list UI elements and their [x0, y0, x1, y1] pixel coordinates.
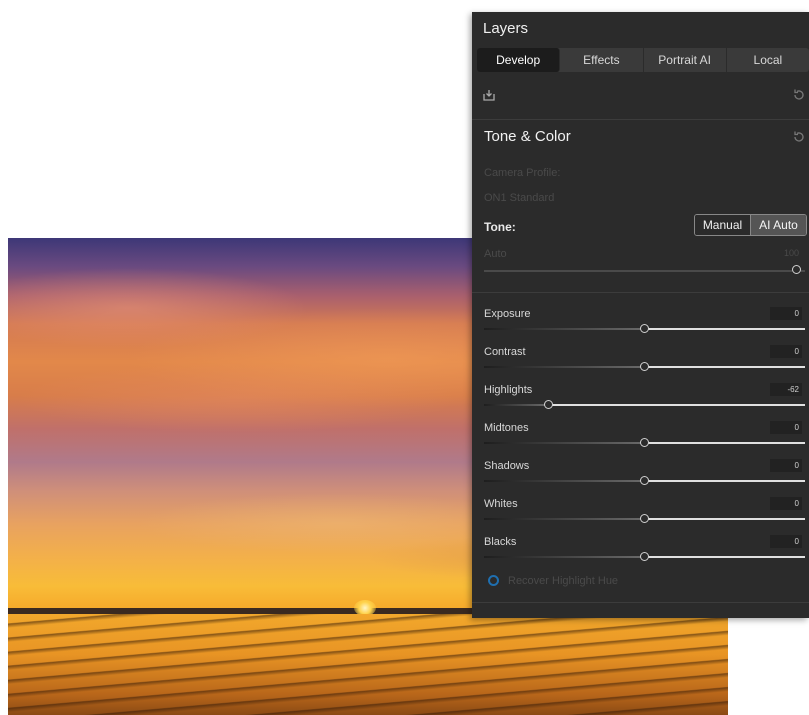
slider-label-highlights: Highlights — [484, 384, 533, 396]
tab-local[interactable]: Local — [727, 48, 809, 72]
slider-track-highlights[interactable] — [484, 404, 805, 406]
divider — [472, 602, 809, 603]
tab-effects[interactable]: Effects — [560, 48, 644, 72]
slider-thumb-shadows[interactable] — [640, 476, 649, 485]
slider-value-contrast[interactable]: 0 — [770, 345, 802, 358]
slider-value-midtones[interactable]: 0 — [770, 421, 802, 434]
tab-develop[interactable]: Develop — [477, 48, 561, 72]
section-title-tone-color: Tone & Color — [484, 128, 571, 145]
tone-mode-manual[interactable]: Manual — [695, 215, 751, 235]
slider-value-blacks[interactable]: 0 — [770, 535, 802, 548]
panel-tabs: Develop Effects Portrait AI Local — [477, 48, 809, 72]
auto-slider-thumb[interactable] — [792, 265, 801, 274]
recover-highlight-hue-label: Recover Highlight Hue — [508, 575, 619, 587]
auto-label: Auto — [484, 248, 507, 260]
slider-thumb-midtones[interactable] — [640, 438, 649, 447]
slider-thumb-contrast[interactable] — [640, 362, 649, 371]
water-reflection — [8, 614, 728, 715]
divider — [472, 119, 809, 120]
slider-thumb-exposure[interactable] — [640, 324, 649, 333]
slider-label-contrast: Contrast — [484, 346, 526, 358]
slider-thumb-highlights[interactable] — [543, 400, 553, 409]
slider-thumb-blacks[interactable] — [640, 552, 649, 561]
slider-value-shadows[interactable]: 0 — [770, 459, 802, 472]
slider-label-exposure: Exposure — [484, 308, 531, 320]
slider-thumb-whites[interactable] — [640, 514, 649, 523]
auto-value: 100 — [784, 248, 800, 258]
tone-mode-ai-auto[interactable]: AI Auto — [751, 215, 806, 235]
camera-profile-value[interactable]: ON1 Standard — [484, 192, 554, 204]
reset-all-icon[interactable] — [791, 88, 807, 104]
slider-label-blacks: Blacks — [484, 536, 517, 548]
slider-value-highlights[interactable]: -62 — [770, 383, 802, 396]
slider-label-whites: Whites — [484, 498, 518, 510]
auto-slider-track[interactable] — [484, 270, 805, 272]
slider-value-whites[interactable]: 0 — [770, 497, 802, 510]
tab-portrait-ai[interactable]: Portrait AI — [644, 48, 727, 72]
tone-mode-toggle: Manual AI Auto — [694, 214, 807, 236]
panel-title: Layers — [483, 20, 529, 37]
slider-label-midtones: Midtones — [484, 422, 529, 434]
camera-profile-label: Camera Profile: — [484, 167, 561, 179]
divider — [472, 292, 809, 293]
slider-value-exposure[interactable]: 0 — [770, 307, 802, 320]
recover-highlight-hue-checkbox[interactable] — [488, 575, 499, 586]
slider-label-shadows: Shadows — [484, 460, 530, 472]
tone-label: Tone: — [484, 220, 516, 234]
reset-section-icon[interactable] — [791, 130, 807, 146]
save-preset-icon[interactable] — [481, 88, 497, 104]
layers-panel: Layers Develop Effects Portrait AI Local… — [472, 12, 809, 618]
